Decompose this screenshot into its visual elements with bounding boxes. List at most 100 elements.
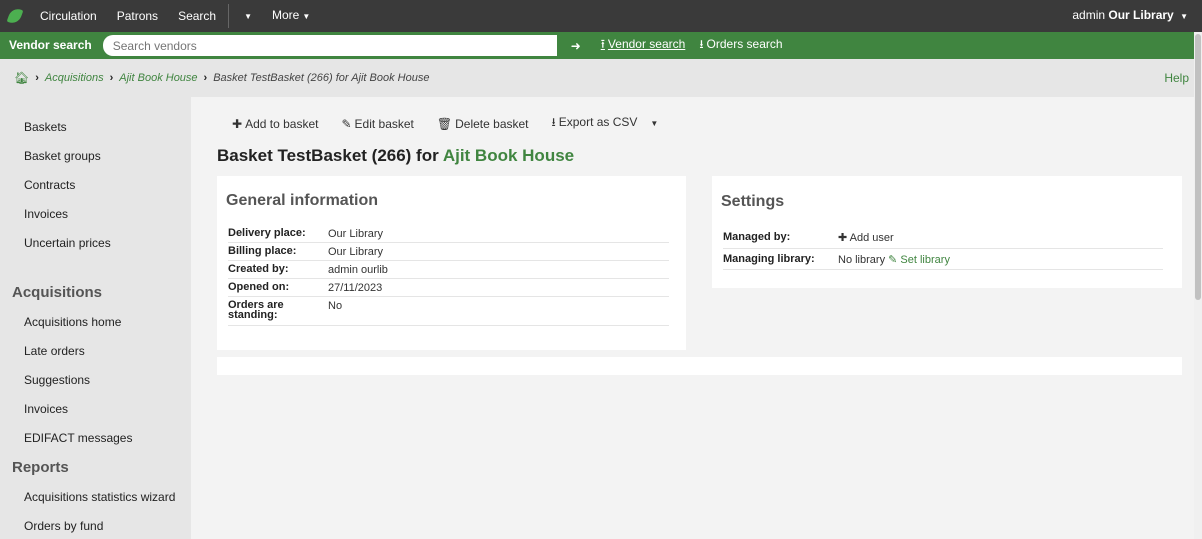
export-csv-button[interactable]: ⭳ Export as CSV [552,113,638,134]
info-label: Billing place: [228,245,297,257]
info-row: Orders are standing: No [228,297,669,326]
sidebar-item-invoices[interactable]: Invoices [10,200,181,229]
divider [228,4,230,28]
managing-library-text: No library [838,253,886,266]
upload-icon: ⭱ [600,37,605,51]
sidebar-heading-acquisitions: Acquisitions [12,284,103,301]
trash-icon: 🗑︎ [436,116,453,131]
search-input-wrapper [102,35,557,56]
plus-icon: ✚ [838,231,848,244]
search-input[interactable] [102,35,557,56]
managing-library-label: Managing library: [723,253,815,265]
download-icon: ⭳ [699,37,704,51]
nav-patrons[interactable]: Patrons [107,0,168,32]
nav-dropdown-toggle[interactable]: ▼ [231,0,262,33]
managed-by-label: Managed by: [723,231,791,243]
info-value: Our Library [328,228,384,240]
search-bar: Vendor search ➜ ⭱Vendor search ⭳Orders s… [0,32,1202,59]
delete-basket-button[interactable]: 🗑︎ Delete basket [437,117,529,131]
caret-down-icon: ▼ [244,12,253,21]
sidebar: Baskets Basket groups Contracts Invoices… [0,103,191,539]
user-menu[interactable]: admin Our Library ▼ [1062,0,1202,33]
home-icon[interactable]: 🏠︎ [14,71,29,85]
general-information-list: Delivery place: Our Library Billing place… [228,225,669,326]
scrollbar-thumb[interactable] [1195,34,1201,300]
page-title-text: Basket TestBasket (266) for [217,146,443,165]
tab-orders-search[interactable]: ⭳ Orders search [699,35,782,56]
sidebar-item-uncertain-prices[interactable]: Uncertain prices [10,229,181,258]
info-row: Billing place: Our Library [228,243,669,261]
breadcrumb: 🏠︎ › Acquisitions › Ajit Book House › Ba… [0,59,1202,97]
sidebar-basket-menu: Baskets Basket groups Contracts Invoices… [0,113,191,258]
pencil-icon: ✎ [888,253,898,266]
sidebar-item-orders-by-fund[interactable]: Orders by fund [10,512,181,539]
sidebar-item-acquisitions-home[interactable]: Acquisitions home [10,308,181,337]
pencil-icon: ✎ [341,116,352,131]
sidebar-item-invoices-2[interactable]: Invoices [10,395,181,424]
export-csv-label: Export as CSV [558,115,638,129]
basket-toolbar: ✚ Add to basket ✎ Edit basket 🗑︎ Delete bas… [232,113,681,134]
info-label: Delivery place: [228,227,306,239]
sidebar-item-basket-groups[interactable]: Basket groups [10,142,181,171]
info-value: Our Library [328,246,384,258]
info-value: 27/11/2023 [328,282,383,294]
set-library-button[interactable]: ✎ Set library [888,254,950,266]
settings-row-managing-library: Managing library: No library ✎ Set libra… [723,249,1163,270]
nav-circulation[interactable]: Circulation [30,0,107,32]
download-icon: ⭳ [551,115,556,129]
page-title-vendor-link[interactable]: Ajit Book House [443,146,574,165]
sidebar-item-edifact[interactable]: EDIFACT messages [10,424,181,453]
sidebar-item-baskets[interactable]: Baskets [10,113,181,142]
info-label: Orders are standing: [228,299,284,321]
help-link[interactable]: Help [1164,71,1189,85]
sidebar-item-acq-stats-wizard[interactable]: Acquisitions statistics wizard [10,483,181,512]
general-information-heading: General information [226,192,379,209]
settings-heading: Settings [721,193,785,210]
main-content: ✚ Add to basket ✎ Edit basket 🗑︎ Delete bas… [191,97,1202,539]
orders-panel-collapsed [217,357,1182,375]
sidebar-item-suggestions[interactable]: Suggestions [10,366,181,395]
breadcrumb-vendor[interactable]: Ajit Book House [119,72,197,84]
breadcrumb-acquisitions[interactable]: Acquisitions [45,72,104,84]
nav-more[interactable]: More ▼ [262,0,320,33]
info-value: No [328,300,343,312]
top-navbar: Circulation Patrons Search ▼ More ▼ admin… [0,0,1202,32]
edit-basket-button[interactable]: ✎ Edit basket [341,117,413,131]
edit-basket-label: Edit basket [354,116,414,131]
info-value: admin ourlib [328,264,388,276]
settings-row-managed-by: Managed by: ✚ Add user [723,226,1163,249]
tab-vendor-search[interactable]: ⭱ Vendor search [601,35,686,56]
add-to-basket-label: Add to basket [245,116,319,131]
search-submit-arrow-icon[interactable]: ➜ [564,35,587,56]
sidebar-reports-menu: Acquisitions statistics wizard Orders by… [0,483,191,539]
sidebar-item-contracts[interactable]: Contracts [10,171,181,200]
info-label: Opened on: [228,281,290,293]
add-user-label: Add user [849,231,894,244]
general-information-panel: General information Delivery place: Our L… [217,176,686,350]
sidebar-item-late-orders[interactable]: Late orders [10,337,181,366]
export-dropdown-toggle[interactable]: ▼ [650,119,658,128]
sidebar-acquisitions-menu: Acquisitions home Late orders Suggestion… [0,308,191,453]
settings-list: Managed by: ✚ Add user Managing library:… [723,226,1163,270]
tab-vendor-search-label: Vendor search [607,37,686,51]
chevron-right-icon: › [203,72,208,84]
chevron-right-icon: › [35,72,39,84]
nav-search[interactable]: Search [168,0,226,32]
plus-icon: ✚ [232,116,243,131]
breadcrumb-current: Basket TestBasket (266) for Ajit Book Ho… [213,72,430,84]
page-scrollbar[interactable] [1194,32,1202,539]
add-user-button[interactable]: ✚ Add user [838,231,894,244]
page-title: Basket TestBasket (266) for Ajit Book Ho… [217,146,574,166]
info-row: Opened on: 27/11/2023 [228,279,669,297]
caret-down-icon: ▼ [302,12,311,21]
settings-panel: Settings Managed by: ✚ Add user Managing… [712,176,1182,288]
search-type-label[interactable]: Vendor search [0,32,101,59]
koha-logo-icon[interactable] [0,0,30,32]
delete-basket-label: Delete basket [455,116,529,131]
sidebar-heading-reports: Reports [12,459,69,476]
add-to-basket-button[interactable]: ✚ Add to basket [232,117,318,131]
user-library: Our Library [1108,8,1174,22]
info-row: Created by: admin ourlib [228,261,669,279]
info-row: Delivery place: Our Library [228,225,669,243]
managing-library-value: No library ✎ Set library [838,253,950,266]
